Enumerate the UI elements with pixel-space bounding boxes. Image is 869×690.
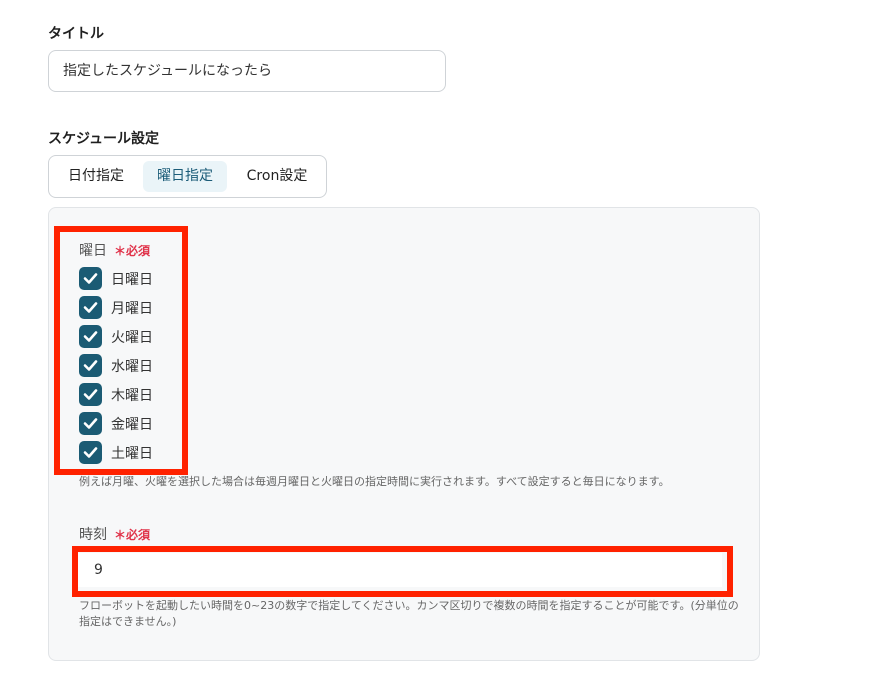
title-input[interactable]: 指定したスケジュールになったら	[48, 50, 446, 92]
time-label: 時刻	[79, 527, 107, 543]
time-help-text-line1: フローボットを起動したい時間を0~23の数字で指定してください。カンマ区切りで複…	[79, 599, 739, 612]
tab-date[interactable]: 日付指定	[55, 161, 137, 192]
weekday-help-text: 例えば月曜、火曜を選択した場合は毎週月曜日と火曜日の指定時間に実行されます。すべ…	[79, 475, 670, 488]
time-help-text-line2: 指定はできません。)	[79, 615, 177, 628]
tab-cron[interactable]: Cron設定	[233, 161, 321, 192]
schedule-label: スケジュール設定	[48, 131, 160, 147]
time-highlight-box	[72, 546, 733, 597]
tab-weekday[interactable]: 曜日指定	[143, 161, 227, 192]
schedule-tabs: 日付指定 曜日指定 Cron設定	[48, 155, 327, 198]
weekday-highlight-box	[54, 226, 188, 475]
title-label: タイトル	[48, 26, 104, 42]
time-required-badge: ＊必須	[114, 528, 151, 542]
